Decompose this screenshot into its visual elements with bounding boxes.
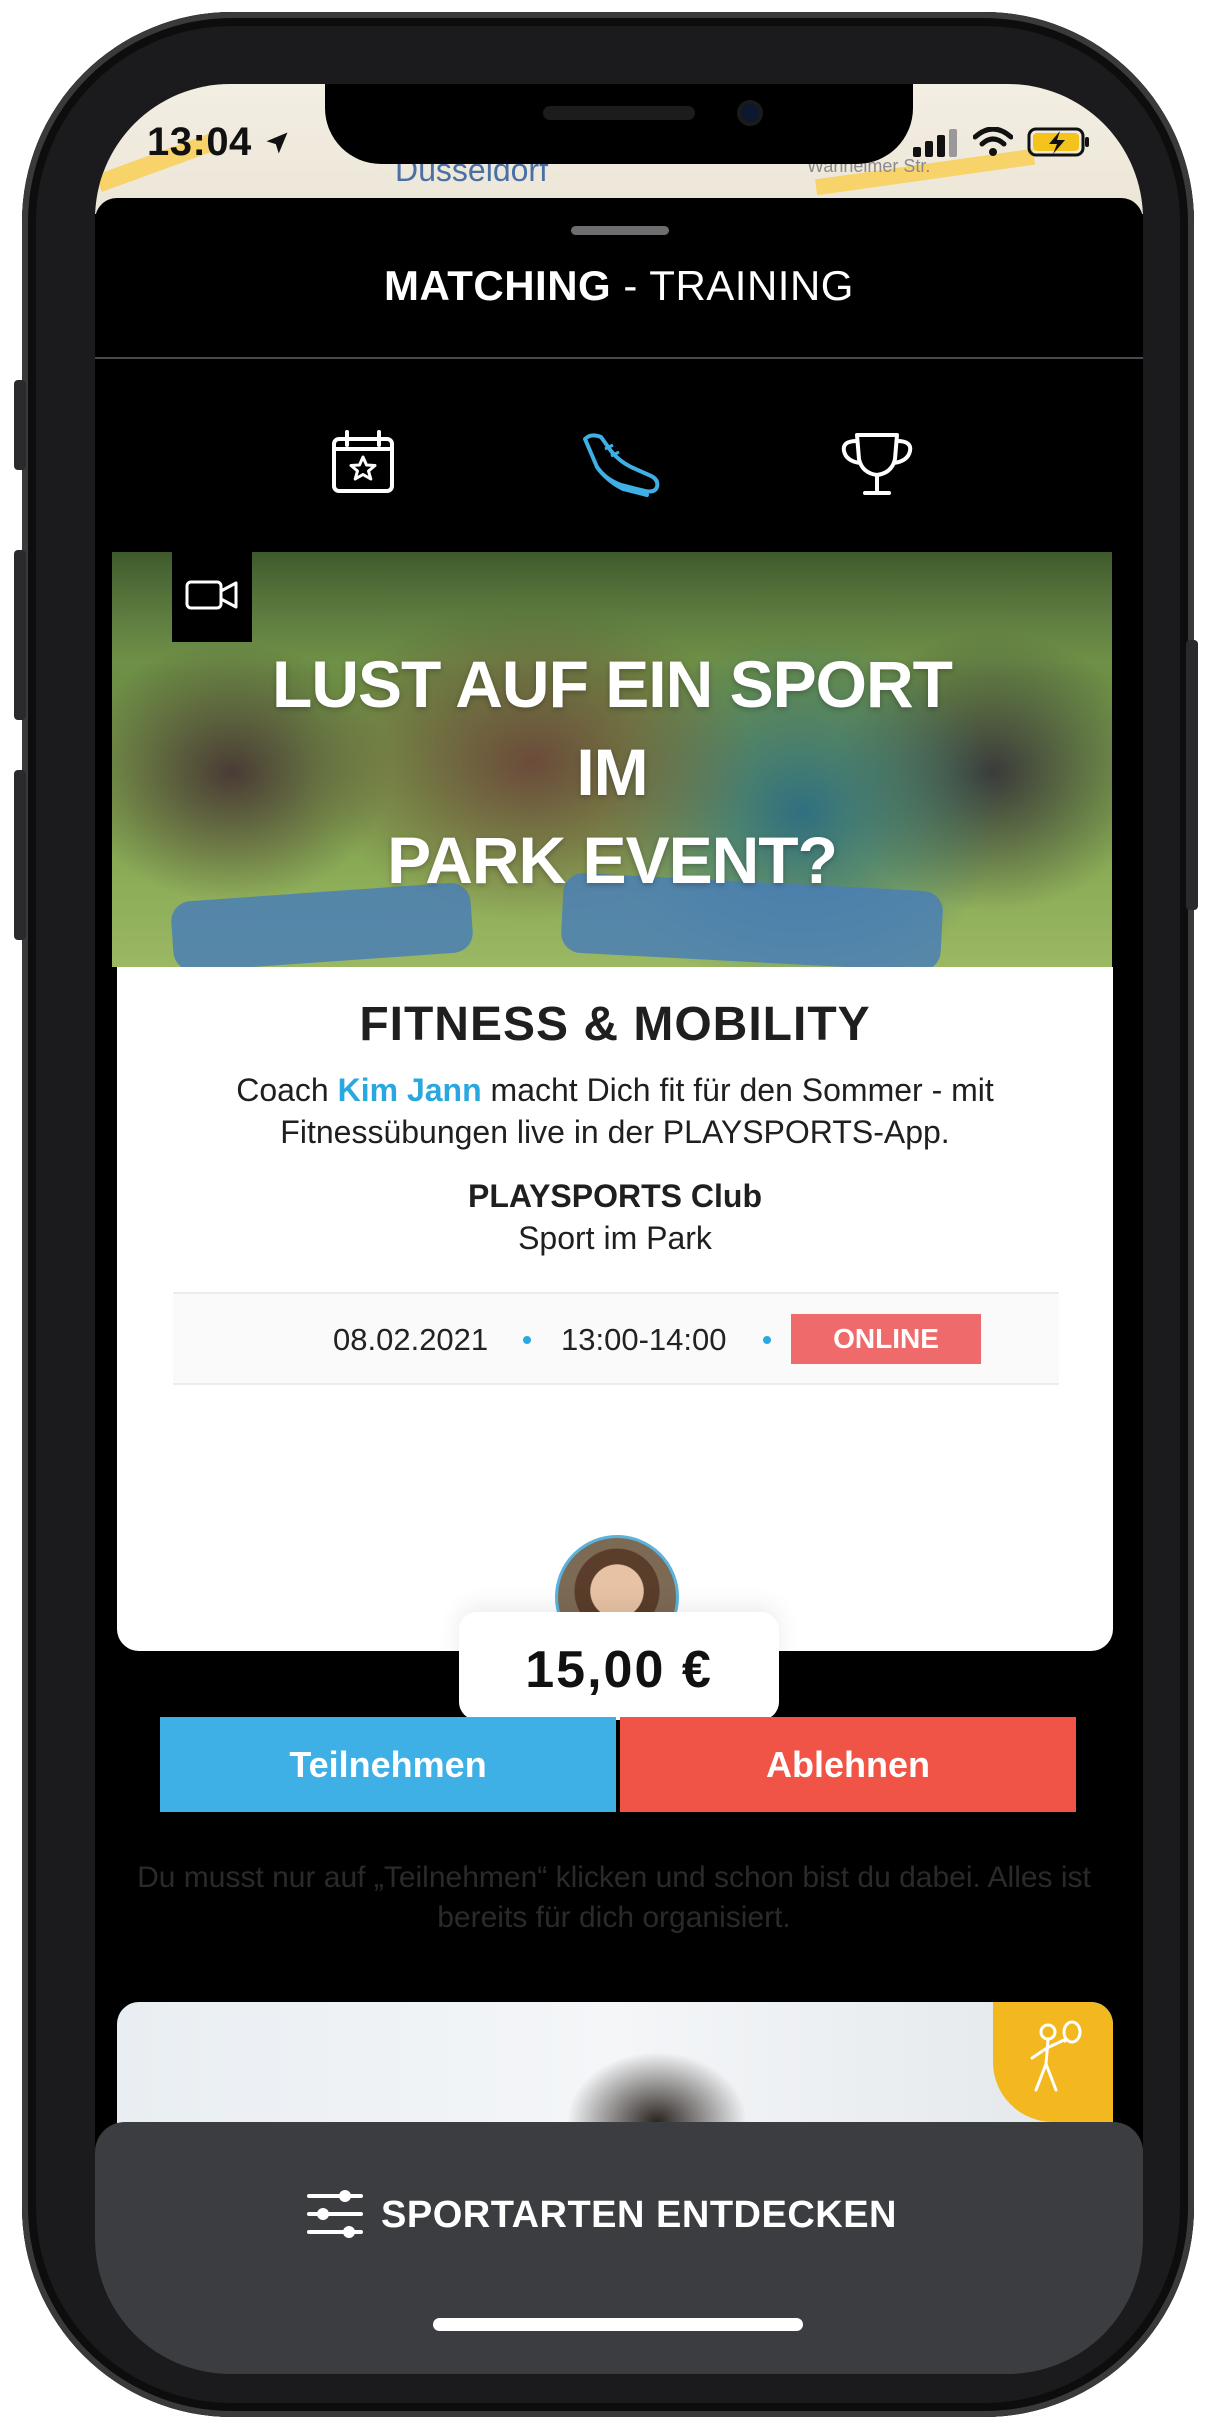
sheet-title: MATCHING - TRAINING xyxy=(95,262,1143,310)
discover-sports-label: SPORTARTEN ENTDECKEN xyxy=(381,2194,897,2236)
event-description: Coach Kim Jann macht Dich fit für den So… xyxy=(157,1069,1073,1153)
event-meta-row: 08.02.2021 13:00-14:00 ONLINE xyxy=(173,1292,1059,1385)
hero-title-line: PARK EVENT? xyxy=(387,823,838,897)
volume-down-button xyxy=(14,770,26,940)
online-badge: ONLINE xyxy=(791,1314,981,1364)
trophy-icon xyxy=(832,433,922,513)
notch xyxy=(325,84,913,164)
volume-up-button xyxy=(14,550,26,720)
decline-button[interactable]: Ablehnen xyxy=(620,1717,1076,1812)
tab-training[interactable] xyxy=(575,419,665,509)
phone-screen: Düsseldorf Wanheimer Str. 13:04 MATCHING… xyxy=(95,84,1143,2374)
video-badge xyxy=(172,552,252,642)
running-shoe-icon xyxy=(575,433,665,513)
club-name: PLAYSPORTS Club xyxy=(468,1178,762,1214)
discover-sports-bar[interactable]: SPORTARTEN ENTDECKEN xyxy=(95,2122,1143,2374)
coach-link[interactable]: Kim Jann xyxy=(338,1072,482,1108)
event-title: FITNESS & MOBILITY xyxy=(359,998,871,1051)
separator-dot xyxy=(523,1336,531,1344)
event-date: 08.02.2021 xyxy=(333,1322,489,1357)
mute-switch xyxy=(14,380,26,470)
battery-charging-icon xyxy=(1027,126,1091,163)
tab-calendar[interactable] xyxy=(317,419,407,509)
wifi-icon xyxy=(972,126,1014,162)
status-time-text: 13:04 xyxy=(147,120,252,164)
sheet-grabber[interactable] xyxy=(571,226,669,235)
event-time: 13:00-14:00 xyxy=(561,1322,727,1357)
power-button xyxy=(1186,640,1198,910)
join-button[interactable]: Teilnehmen xyxy=(160,1717,616,1812)
title-bold: MATCHING xyxy=(384,262,612,309)
event-price: 15,00 € xyxy=(525,1641,713,1699)
cellular-signal-icon xyxy=(911,127,959,162)
video-camera-icon xyxy=(184,577,240,618)
separator-dot xyxy=(763,1336,771,1344)
calendar-star-icon xyxy=(317,430,407,513)
earpiece-speaker xyxy=(543,106,695,120)
home-indicator[interactable] xyxy=(433,2318,803,2331)
next-event-card[interactable] xyxy=(117,2002,1113,2142)
description-prefix: Coach xyxy=(236,1072,338,1108)
event-hero-image[interactable]: LUST AUF EIN SPORT IM PARK EVENT? xyxy=(112,552,1112,967)
club-subtitle: Sport im Park xyxy=(518,1220,712,1256)
hero-title-line: LUST AUF EIN SPORT xyxy=(272,647,953,721)
status-icons xyxy=(911,126,1091,163)
front-camera xyxy=(737,100,763,126)
tab-trophy[interactable] xyxy=(832,419,922,509)
status-time: 13:04 xyxy=(147,120,291,165)
tennis-player-icon xyxy=(1018,2020,1088,2105)
sport-badge xyxy=(993,2002,1113,2122)
sliders-icon xyxy=(305,2184,365,2244)
price-box: 15,00 € xyxy=(459,1612,779,1720)
title-rest: - TRAINING xyxy=(611,262,854,309)
hero-title: LUST AUF EIN SPORT IM PARK EVENT? xyxy=(112,640,1112,904)
location-arrow-icon xyxy=(263,120,291,164)
header-divider xyxy=(95,357,1143,359)
hero-title-line: IM xyxy=(576,735,648,809)
join-hint: Du musst nur auf „Teilnehmen“ klicken un… xyxy=(137,1861,1091,1934)
